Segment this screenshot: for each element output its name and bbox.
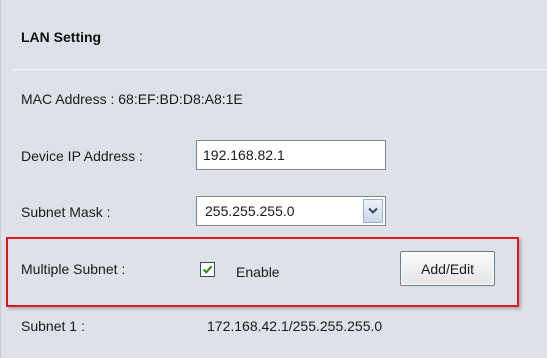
device-ip-label: Device IP Address :: [21, 148, 143, 164]
subnet1-value: 172.168.42.1/255.255.255.0: [207, 318, 383, 334]
lan-setting-panel: LAN Setting MAC Address : 68:EF:BD:D8:A8…: [0, 0, 547, 358]
chevron-down-icon[interactable]: [363, 199, 383, 223]
device-ip-input[interactable]: [196, 140, 386, 170]
subnet1-label: Subnet 1 :: [21, 318, 85, 334]
section-title: LAN Setting: [21, 29, 102, 45]
checkmark-icon: [202, 265, 213, 274]
add-edit-button[interactable]: Add/Edit: [400, 251, 495, 286]
enable-label: Enable: [236, 264, 280, 280]
subnet-mask-value: 255.255.255.0: [205, 203, 295, 219]
subnet-mask-label: Subnet Mask :: [21, 204, 111, 220]
mac-address-text: MAC Address : 68:EF:BD:D8:A8:1E: [21, 91, 243, 107]
section-divider: [11, 69, 547, 70]
enable-checkbox[interactable]: [200, 262, 215, 277]
multiple-subnet-label: Multiple Subnet :: [21, 261, 126, 277]
subnet-mask-select[interactable]: 255.255.255.0: [196, 196, 386, 226]
